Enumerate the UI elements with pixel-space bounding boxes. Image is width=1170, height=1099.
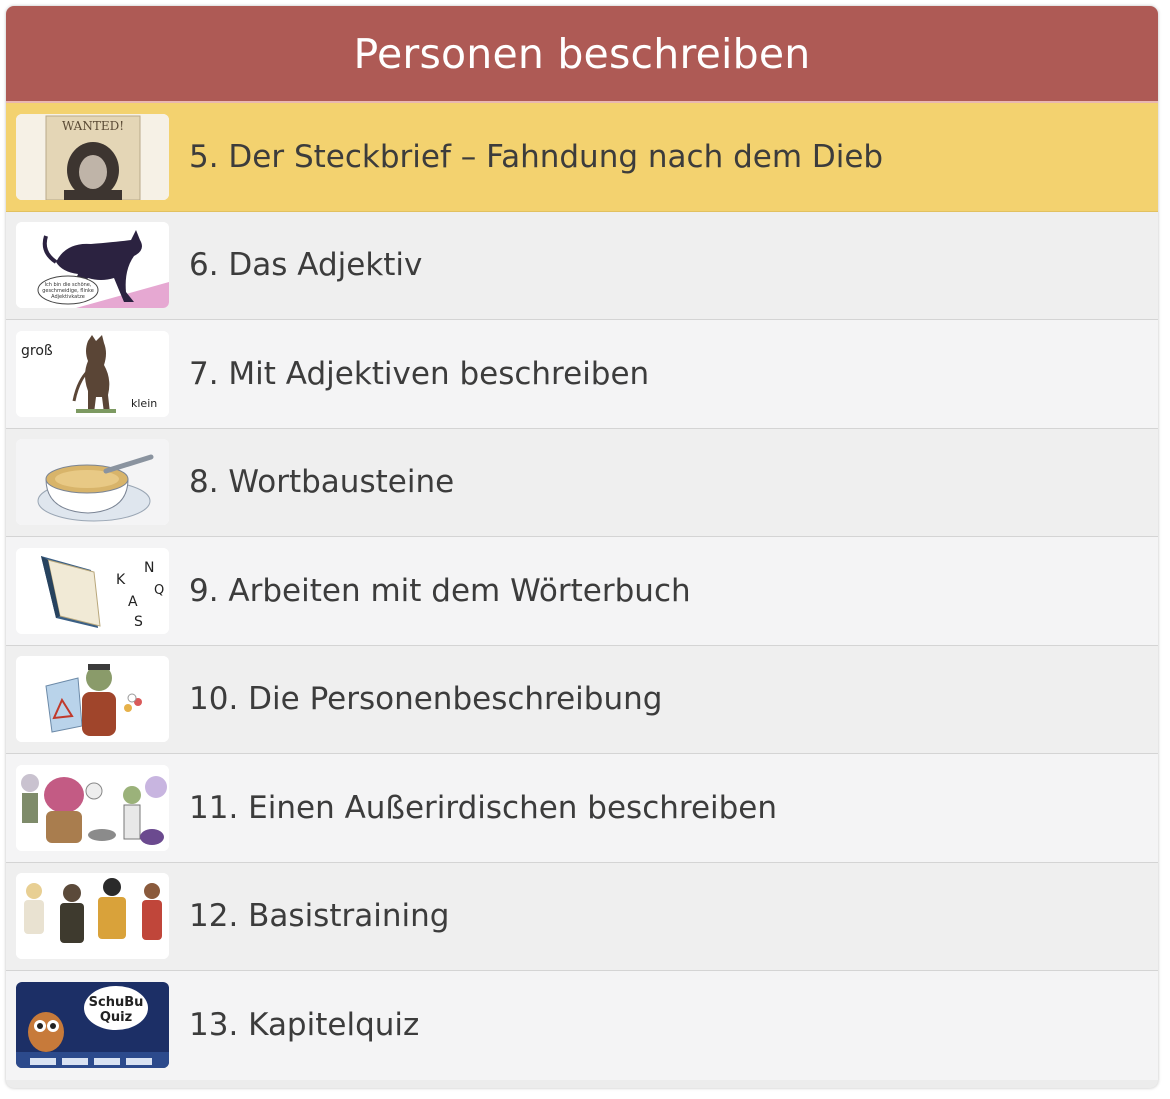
lesson-item-wortbausteine[interactable]: 8. Wortbausteine [6,428,1158,537]
dictionary-icon: K A N S Q [16,547,169,634]
lesson-label: 5. Der Steckbrief – Fahndung nach dem Di… [189,138,884,175]
lesson-label: 6. Das Adjektiv [189,247,423,284]
lesson-item-steckbrief[interactable]: WANTED! 5. Der Steckbrief – Fahndung nac… [6,103,1158,212]
detective-icon [16,656,169,743]
lesson-item-adjektive-beschreiben[interactable]: groß klein 7. Mit Adjektiven beschreiben [6,320,1158,429]
svg-text:klein: klein [131,397,157,410]
letter-soup-icon [16,439,169,526]
aliens-icon [16,764,169,851]
black-cat-icon: Ich bin die schöne, geschmeidige, flinke… [16,222,169,309]
lesson-label: 13. Kapitelquiz [189,1007,420,1044]
lesson-item-basistraining[interactable]: 12. Basistraining [6,862,1158,971]
panel-header: Personen beschreiben [6,6,1158,101]
lesson-label: 8. Wortbausteine [189,464,455,501]
svg-text:A: A [128,594,138,610]
svg-text:S: S [134,614,143,630]
lesson-item-woerterbuch[interactable]: K A N S Q 9. Arbeiten mit dem Wörterbuch [6,537,1158,646]
svg-text:N: N [144,560,154,576]
chapter-panel: Personen beschreiben WANTED! 5. Der Stec… [6,6,1158,1088]
lesson-item-personenbeschreibung[interactable]: 10. Die Personenbeschreibung [6,645,1158,754]
people-group-icon [16,873,169,960]
svg-text:WANTED!: WANTED! [62,119,124,133]
svg-text:K: K [116,572,126,588]
lesson-label: 7. Mit Adjektiven beschreiben [189,355,650,392]
quiz-owl-icon: SchuBu Quiz [16,982,169,1069]
lesson-label: 9. Arbeiten mit dem Wörterbuch [189,572,691,609]
lesson-item-adjektiv[interactable]: Ich bin die schöne, geschmeidige, flinke… [6,211,1158,320]
lesson-item-ausserirdischen[interactable]: 11. Einen Außerirdischen beschreiben [6,754,1158,863]
lesson-label: 10. Die Personenbeschreibung [189,681,663,718]
svg-text:Q: Q [154,583,164,598]
lesson-label: 12. Basistraining [189,898,450,935]
svg-text:Adjektivkatze: Adjektivkatze [51,294,85,300]
wanted-poster-icon: WANTED! [16,113,169,200]
page-title: Personen beschreiben [353,29,811,78]
svg-text:SchuBu: SchuBu [89,995,144,1010]
lesson-label: 11. Einen Außerirdischen beschreiben [189,789,778,826]
svg-text:groß: groß [21,343,53,359]
lesson-item-kapitelquiz[interactable]: SchuBu Quiz 13. Kapitelquiz [6,971,1158,1080]
cat-size-icon: groß klein [16,330,169,417]
svg-text:Quiz: Quiz [100,1010,132,1025]
lesson-list: WANTED! 5. Der Steckbrief – Fahndung nac… [6,101,1158,1080]
